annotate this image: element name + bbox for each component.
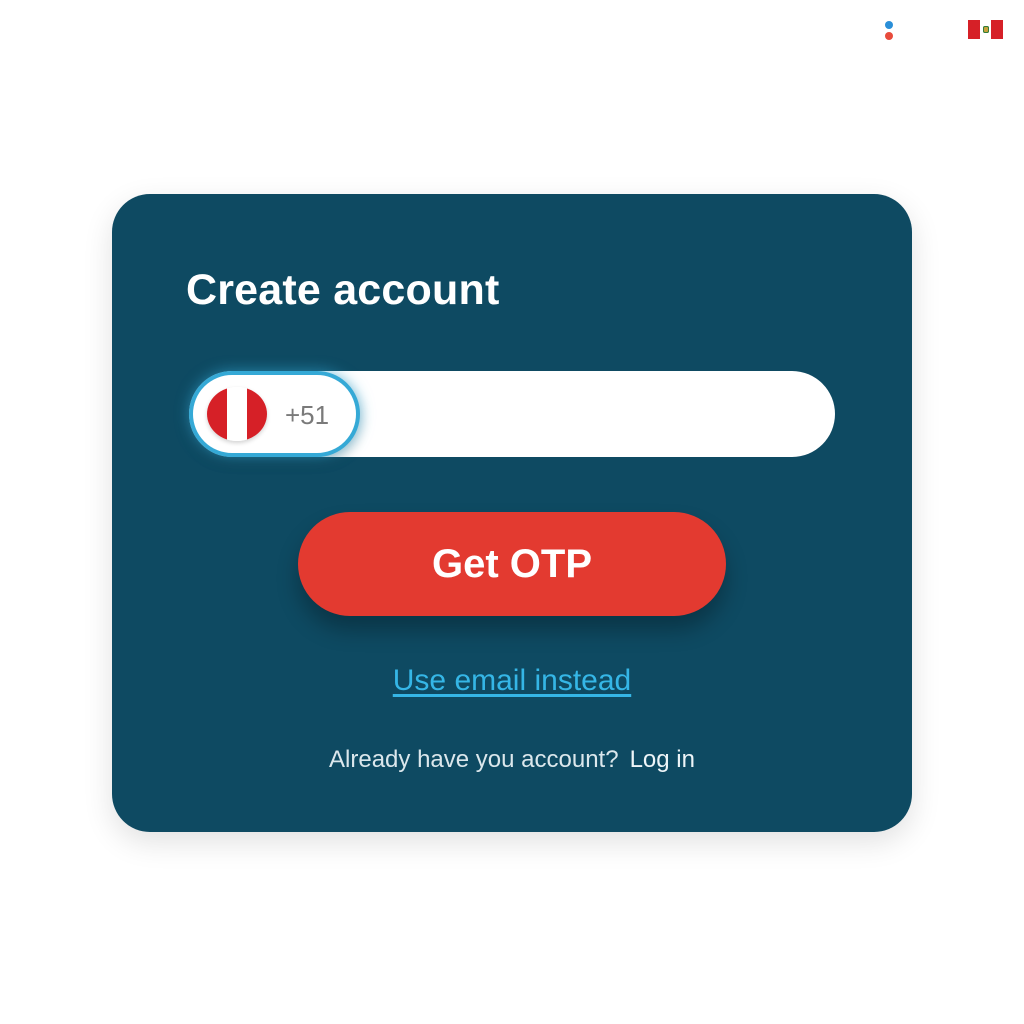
get-otp-button[interactable]: Get OTP	[298, 512, 726, 616]
country-code-selector[interactable]: +51	[189, 371, 360, 457]
peru-flag-icon[interactable]	[968, 20, 1003, 39]
coat-of-arms-icon	[982, 26, 989, 33]
login-prompt: Already have you account?	[329, 746, 619, 773]
dial-code: +51	[285, 400, 330, 430]
phone-field: +51	[189, 371, 835, 457]
use-email-link[interactable]: Use email instead	[112, 663, 912, 699]
red-dot	[885, 32, 893, 40]
card-title: Create account	[186, 266, 500, 314]
create-account-card: Create account +51 Get OTP Use email ins…	[112, 194, 912, 832]
phone-number-input[interactable]	[365, 379, 815, 451]
login-link[interactable]: Log in	[630, 746, 695, 773]
login-row: Already have you account? Log in	[112, 745, 912, 775]
page: Create account +51 Get OTP Use email ins…	[0, 0, 1024, 1024]
peru-flag-icon	[207, 387, 267, 441]
blue-dot	[885, 21, 893, 29]
status-dots-icon	[885, 21, 893, 41]
